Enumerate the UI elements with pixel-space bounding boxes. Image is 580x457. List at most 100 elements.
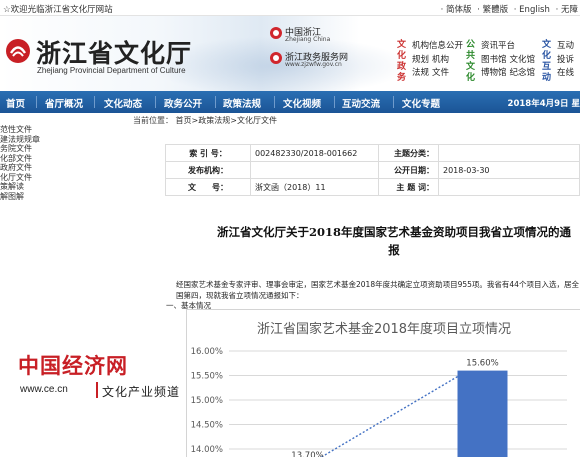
y-tick-label: 14.50% bbox=[191, 421, 223, 431]
table-row: 索 引 号： 002482330/2018-001662 主题分类： bbox=[165, 144, 580, 162]
nav-item-news[interactable]: 文化动态 bbox=[104, 96, 142, 110]
site-logo-icon[interactable] bbox=[5, 38, 31, 64]
sidebar-item-interpretation[interactable]: 策解读 bbox=[0, 182, 52, 192]
breadcrumb-section-link[interactable]: 政策法规 bbox=[198, 116, 230, 125]
sidebar-item-graphic[interactable]: 解图解 bbox=[0, 192, 52, 202]
lang-accessible-link[interactable]: · 无障 bbox=[556, 5, 578, 15]
quick-link-online[interactable]: 在线 bbox=[557, 67, 574, 81]
y-tick-label: 15.00% bbox=[191, 396, 223, 406]
language-links: · 简体版 · 繁體版 · English · 无障 bbox=[438, 3, 578, 15]
y-tick-label: 16.00% bbox=[191, 347, 223, 357]
y-tick-label: 14.00% bbox=[191, 445, 223, 455]
zhejiang-china-link[interactable]: 中国浙江 Zhejiang China bbox=[270, 25, 380, 45]
sidebar-item-department[interactable]: 化厅文件 bbox=[0, 173, 52, 183]
keywords-value bbox=[438, 178, 580, 196]
site-title[interactable]: 浙江省文化厅 bbox=[36, 34, 192, 70]
document-body: 经国家艺术基金专家评审、理事会审定，国家艺术基金2018年度共确定立项资助项目9… bbox=[166, 280, 580, 312]
nav-item-interaction[interactable]: 互动交流 bbox=[342, 96, 380, 110]
chart-bar bbox=[457, 370, 508, 457]
quick-links-affairs-title: 文化政务 bbox=[397, 40, 407, 83]
body-paragraph: 经国家艺术基金专家评审、理事会审定，国家艺术基金2018年度共确定立项资助项目9… bbox=[176, 280, 579, 300]
gov-service-link[interactable]: 浙江政务服务网 www.zjzwfw.gov.cn bbox=[270, 50, 380, 70]
nav-divider bbox=[94, 96, 95, 108]
table-row: 文 号： 浙文函（2018）11 主 题 词： bbox=[165, 178, 580, 196]
y-tick-label: 15.50% bbox=[191, 372, 223, 382]
lang-simplified-link[interactable]: · 简体版 bbox=[441, 5, 472, 15]
nav-divider bbox=[393, 96, 394, 108]
nav-item-topics[interactable]: 文化专题 bbox=[402, 96, 440, 110]
quick-link-plan[interactable]: 规划 bbox=[412, 54, 429, 68]
breadcrumb-prefix: 当前位置： bbox=[133, 116, 173, 125]
quick-link-interact[interactable]: 互动 bbox=[557, 40, 574, 54]
ce-watermark: 中国经济网 www.ce.cn 文化产业频道 bbox=[18, 350, 183, 408]
quick-links-interaction-title: 文化互动 bbox=[542, 40, 552, 83]
keywords-label: 主 题 词： bbox=[378, 178, 439, 196]
nav-date: 2018年4月9日 星 bbox=[507, 99, 580, 109]
sidebar-item-government[interactable]: 政府文件 bbox=[0, 163, 52, 173]
index-label: 索 引 号： bbox=[165, 144, 251, 162]
top-bar: ☆欢迎光临浙江省文化厅网站 · 简体版 · 繁體版 · English · 无障 bbox=[0, 0, 580, 16]
docno-label: 文 号： bbox=[165, 178, 251, 196]
date-value: 2018-03-30 bbox=[438, 161, 580, 179]
trend-line bbox=[321, 375, 458, 457]
breadcrumb: 当前位置： 首页>政策法规>文化厅文件 bbox=[133, 115, 277, 126]
docno-value: 浙文函（2018）11 bbox=[250, 178, 379, 196]
sidebar-item-state-council[interactable]: 务院文件 bbox=[0, 144, 52, 154]
document-meta-table: 索 引 号： 002482330/2018-001662 主题分类： 发布机构：… bbox=[165, 144, 580, 196]
chart-plot: 16.00% 15.50% 15.00% 14.50% 14.00% 13.70% 15.… bbox=[191, 347, 567, 457]
nav-item-home[interactable]: 首页 bbox=[6, 96, 25, 110]
nav-item-overview[interactable]: 省厅概况 bbox=[45, 96, 83, 110]
project-chart: 浙江省国家艺术基金2018年度项目立项情况 16.00% 15.50% 15.00%… bbox=[186, 309, 580, 457]
nav-divider bbox=[155, 96, 156, 108]
quick-link-org[interactable]: 机构 bbox=[432, 54, 449, 68]
nav-divider bbox=[215, 96, 216, 108]
quick-link-culture-center[interactable]: 文化馆 bbox=[510, 54, 536, 68]
watermark-url: www.ce.cn bbox=[20, 384, 68, 395]
site-header: 浙江省文化厅 Zhejiang Provincial Department of… bbox=[0, 16, 580, 91]
issuer-label: 发布机构： bbox=[165, 161, 251, 179]
data-label: 15.60% bbox=[466, 359, 498, 369]
breadcrumb-page-link[interactable]: 文化厅文件 bbox=[237, 116, 277, 125]
watermark-channel: 文化产业频道 bbox=[102, 385, 181, 399]
quick-link-memorial[interactable]: 纪念馆 bbox=[510, 67, 536, 81]
lang-english-link[interactable]: · English bbox=[514, 5, 550, 15]
zhejiang-china-icon bbox=[270, 27, 282, 39]
quick-link-docs[interactable]: 文件 bbox=[432, 67, 449, 81]
gov-service-url: www.zjzwfw.gov.cn bbox=[285, 61, 342, 68]
nav-divider bbox=[334, 96, 335, 108]
quick-link-law[interactable]: 法规 bbox=[412, 67, 429, 81]
table-row: 发布机构： 公开日期： 2018-03-30 bbox=[165, 161, 580, 179]
welcome-text: ☆欢迎光临浙江省文化厅网站 bbox=[3, 5, 113, 15]
breadcrumb-home-link[interactable]: 首页 bbox=[176, 116, 192, 125]
quick-link-complaint[interactable]: 投诉 bbox=[557, 54, 574, 68]
data-label: 13.70% bbox=[291, 451, 323, 457]
lang-traditional-link[interactable]: · 繁體版 bbox=[477, 5, 508, 15]
nav-item-affairs[interactable]: 政务公开 bbox=[164, 96, 202, 110]
sidebar-item-regulations[interactable]: 建法规规章 bbox=[0, 135, 52, 145]
gov-service-icon bbox=[270, 52, 282, 64]
main-nav: 首页 省厅概况 文化动态 政务公开 政策法规 文化视频 互动交流 文化专题 20… bbox=[0, 91, 580, 113]
quick-links-public-title: 公共文化 bbox=[466, 40, 476, 83]
nav-item-video[interactable]: 文化视频 bbox=[283, 96, 321, 110]
sidebar-item-normative[interactable]: 范性文件 bbox=[0, 125, 52, 135]
watermark-main: 中国经济网 bbox=[18, 353, 128, 378]
left-sidebar: 范性文件 建法规规章 务院文件 化部文件 政府文件 化厅文件 策解读 解图解 bbox=[0, 125, 52, 201]
watermark-divider bbox=[96, 382, 98, 398]
date-label: 公开日期： bbox=[378, 161, 439, 179]
site-subtitle: Zhejiang Provincial Department of Cultur… bbox=[37, 66, 186, 75]
document-title: 浙江省文化厅关于2018年度国家艺术基金资助项目我省立项情况的通报 bbox=[216, 225, 571, 257]
quick-link-library[interactable]: 图书馆 bbox=[481, 54, 507, 68]
quick-link-platform[interactable]: 资讯平台 bbox=[481, 40, 515, 54]
sidebar-item-ministry[interactable]: 化部文件 bbox=[0, 154, 52, 164]
breadcrumb-separator: > bbox=[230, 116, 237, 125]
index-value: 002482330/2018-001662 bbox=[250, 144, 379, 162]
quick-link-info-open[interactable]: 机构信息公开 bbox=[412, 40, 463, 54]
quick-link-museum[interactable]: 博物馆 bbox=[481, 67, 507, 81]
category-label: 主题分类： bbox=[378, 144, 439, 162]
nav-divider bbox=[36, 96, 37, 108]
nav-item-policy[interactable]: 政策法规 bbox=[223, 96, 261, 110]
issuer-value bbox=[250, 161, 379, 179]
category-value bbox=[438, 144, 580, 162]
nav-divider bbox=[274, 96, 275, 108]
zhejiang-china-sublabel: Zhejiang China bbox=[285, 36, 331, 43]
